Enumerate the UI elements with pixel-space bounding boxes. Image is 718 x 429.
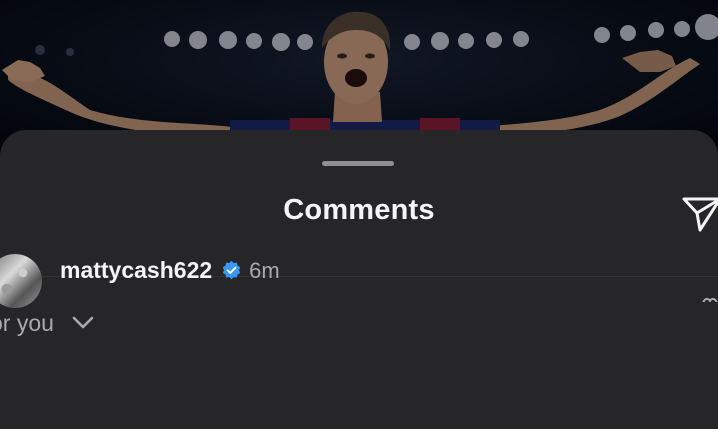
comment-username[interactable]: mattycash622 <box>60 257 212 284</box>
chevron-down-icon <box>72 316 94 329</box>
verified-badge-icon <box>222 260 241 280</box>
paper-plane-icon <box>682 197 718 232</box>
comment-header: mattycash622 6m <box>60 257 280 284</box>
post-photo <box>0 0 718 150</box>
sheet-title: Comments <box>283 194 435 226</box>
comment-timestamp: 6m <box>249 257 280 283</box>
comments-screen: Comments or you mattycash622 6m <box>0 0 718 429</box>
sort-label: or you <box>0 309 54 336</box>
share-button[interactable] <box>680 190 718 234</box>
comment-sort-dropdown[interactable]: or you <box>0 306 94 340</box>
heart-icon[interactable] <box>700 292 718 302</box>
drag-handle[interactable] <box>322 161 394 166</box>
